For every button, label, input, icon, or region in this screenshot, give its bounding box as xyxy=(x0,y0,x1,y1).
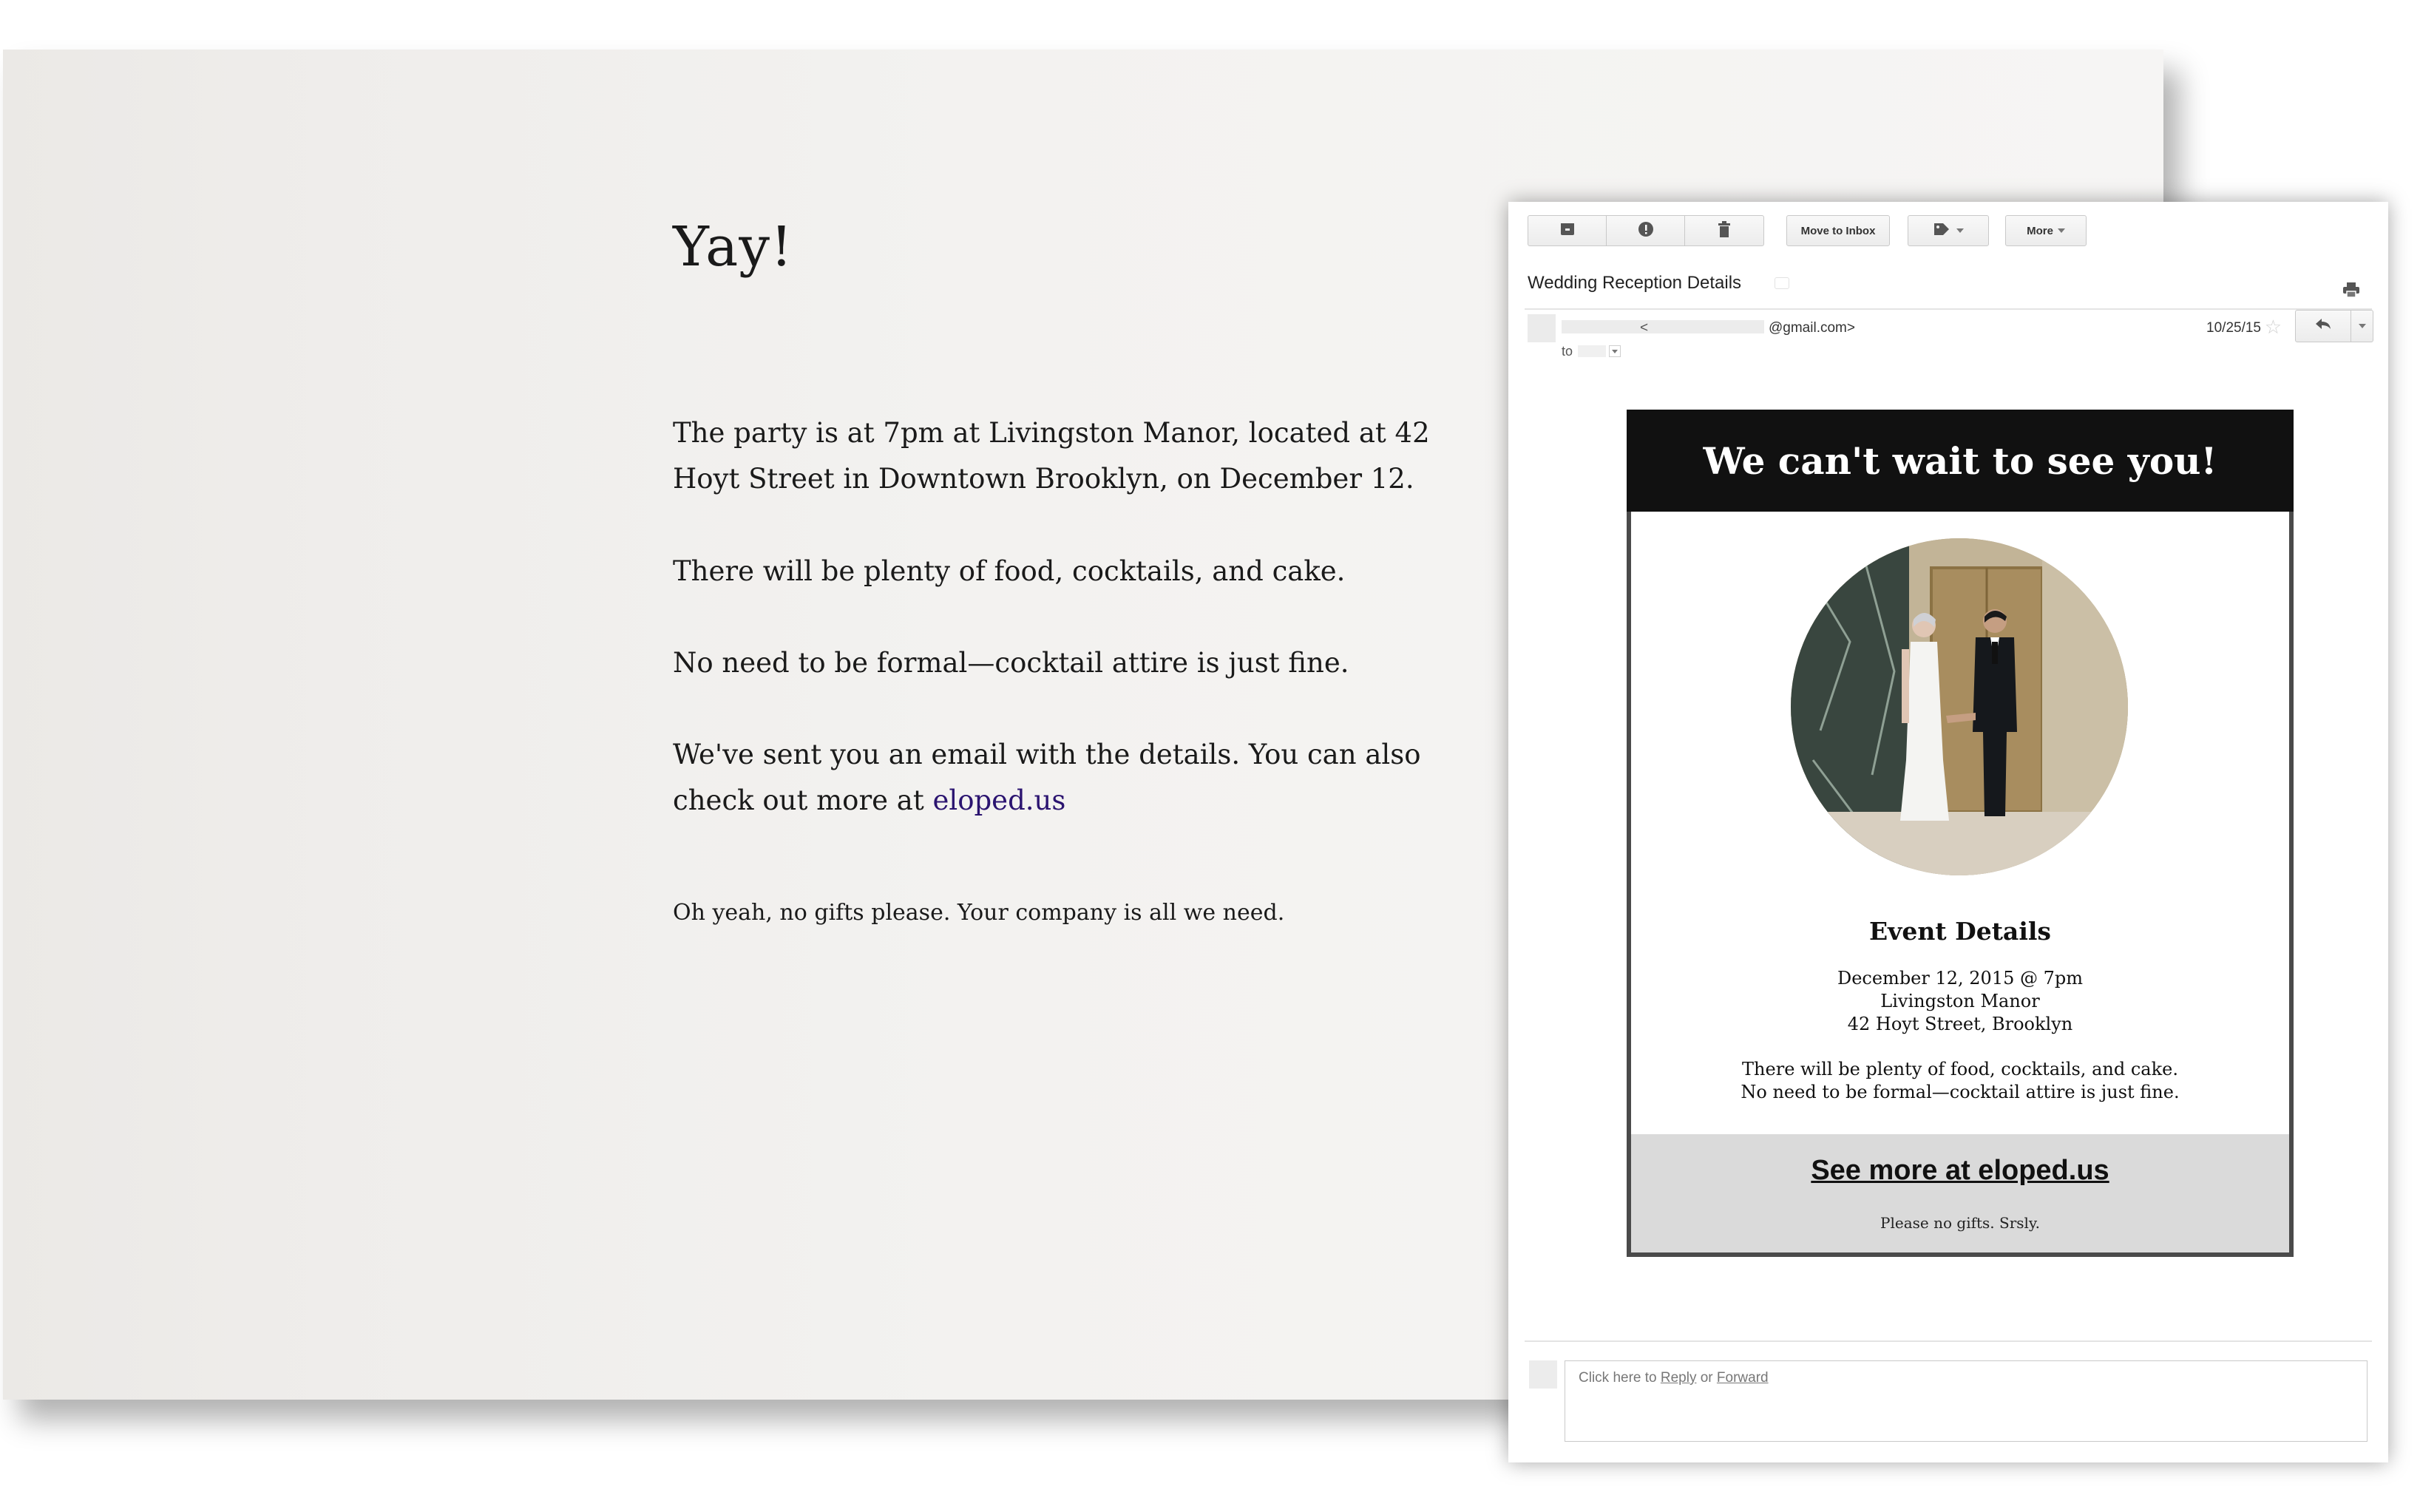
reply-arrow-icon xyxy=(2315,318,2331,334)
email-header-banner: We can't wait to see you! xyxy=(1627,410,2294,512)
food-text: There will be plenty of food, cocktails,… xyxy=(673,555,1346,587)
to-label: to xyxy=(1562,344,1573,359)
forward-link[interactable]: Forward xyxy=(1717,1370,1769,1386)
confirmation-content: Yay! The party is at 7pm at Livingston M… xyxy=(673,215,1560,926)
reply-box[interactable]: Click here to Reply or Forward xyxy=(1565,1360,2368,1442)
see-more-link[interactable]: See more at eloped.us xyxy=(1631,1155,2289,1187)
reply-prompt-prefix: Click here to xyxy=(1579,1370,1661,1386)
reply-button-group xyxy=(2295,310,2373,342)
no-gifts-note: Oh yeah, no gifts please. Your company i… xyxy=(673,900,1285,926)
event-food-line: There will be plenty of food, cocktails,… xyxy=(1742,1059,2178,1079)
archive-icon xyxy=(1560,223,1575,240)
trash-icon xyxy=(1718,220,1731,241)
delete-button[interactable] xyxy=(1685,216,1763,245)
party-details-text: The party is at 7pm at Livingston Manor,… xyxy=(673,417,1430,495)
recipient-redacted xyxy=(1578,345,1606,357)
no-gifts-text: Please no gifts. Srsly. xyxy=(1880,1214,2040,1232)
chevron-down-icon xyxy=(1612,349,1618,353)
sender-email-domain: @gmail.com> xyxy=(1769,320,1855,336)
recipient-details-dropdown[interactable] xyxy=(1609,345,1621,357)
eloped-link[interactable]: eloped.us xyxy=(932,784,1065,816)
important-marker-icon[interactable] xyxy=(1775,277,1789,289)
couple-photo xyxy=(1791,538,2128,875)
event-venue-line: Livingston Manor xyxy=(1880,991,2040,1011)
reply-link[interactable]: Reply xyxy=(1661,1370,1697,1386)
attire-text: No need to be formal—cocktail attire is … xyxy=(673,647,1349,679)
email-subject: Wedding Reception Details xyxy=(1528,273,1742,293)
sender-avatar xyxy=(1528,314,1556,342)
more-button[interactable]: More xyxy=(2005,215,2087,246)
report-spam-button[interactable] xyxy=(1607,216,1685,245)
archive-button[interactable] xyxy=(1528,216,1607,245)
star-icon[interactable]: ☆ xyxy=(2265,317,2282,336)
print-icon[interactable] xyxy=(2342,282,2360,302)
report-spam-icon xyxy=(1638,221,1654,241)
reply-button[interactable] xyxy=(2296,311,2351,342)
event-details-text: December 12, 2015 @ 7pm Livingston Manor… xyxy=(1631,967,2289,1104)
sender-email-open: < xyxy=(1640,320,1649,336)
more-button-label: More xyxy=(2027,224,2053,237)
email-window: Move to Inbox More Wedding Reception Det… xyxy=(1508,202,2388,1462)
event-details-title: Event Details xyxy=(1869,917,2051,946)
sender-email-redacted xyxy=(1653,320,1764,333)
subject-row: Wedding Reception Details xyxy=(1528,268,2373,298)
reply-divider xyxy=(1525,1340,2372,1342)
move-to-inbox-button[interactable]: Move to Inbox xyxy=(1786,215,1890,246)
sender-row: < @gmail.com> to 10/25/15 ☆ xyxy=(1528,310,2373,359)
email-date: 10/25/15 xyxy=(2206,320,2261,336)
subject-divider xyxy=(1525,308,2372,310)
event-address-line: 42 Hoyt Street, Brooklyn xyxy=(1847,1014,2073,1034)
chevron-down-icon xyxy=(2358,324,2366,328)
reply-or-text: or xyxy=(1696,1370,1717,1386)
user-avatar xyxy=(1529,1360,1557,1389)
email-footer: See more at eloped.us Please no gifts. S… xyxy=(1631,1134,2289,1252)
email-sent-text: We've sent you an email with the details… xyxy=(673,732,1501,824)
email-body-card: We can't wait to see you! Event Details … xyxy=(1627,410,2294,1257)
labels-button[interactable] xyxy=(1908,215,1989,246)
action-button-group xyxy=(1528,215,1764,246)
event-attire-line: No need to be formal—cocktail attire is … xyxy=(1741,1082,2180,1102)
confirmation-heading: Yay! xyxy=(673,215,793,279)
more-reply-options-button[interactable] xyxy=(2351,311,2373,342)
event-date-line: December 12, 2015 @ 7pm xyxy=(1837,968,2084,989)
label-tag-icon xyxy=(1933,222,1952,240)
chevron-down-icon xyxy=(2057,228,2065,233)
chevron-down-icon xyxy=(1956,228,1964,233)
